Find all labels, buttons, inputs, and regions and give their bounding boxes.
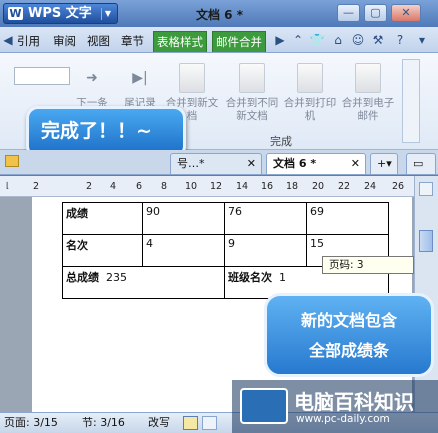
merge-docs-icon — [239, 63, 265, 93]
shirt-icon[interactable]: 👕 — [309, 32, 325, 48]
help-icon[interactable]: ? — [392, 32, 408, 48]
tab-section[interactable]: 章节 — [118, 31, 147, 52]
ribbon-scroll[interactable] — [402, 59, 420, 143]
score-table: 成绩 90 76 69 名次 4 9 15 总成绩 235 班级名次 1 — [62, 202, 389, 299]
tab-current-doc[interactable]: 文档 6 * ✕ — [266, 153, 366, 174]
annotation-callout: 新的文档包含 全部成绩条 — [264, 293, 434, 377]
home-icon[interactable]: ⌂ — [330, 32, 346, 48]
close-icon: ✕ — [246, 157, 256, 170]
monitor-logo-icon — [240, 388, 288, 424]
watermark: 电脑百科知识 www.pc-daily.com — [232, 380, 438, 433]
view-outline-icon[interactable] — [202, 416, 217, 430]
new-tab-button[interactable]: +▾ — [370, 153, 398, 174]
chevron-down-icon: ▼ — [101, 8, 114, 20]
title-bar: W WPS 文字 ▼ 文档 6 * — ▢ ✕ — [0, 0, 438, 27]
wps-logo-icon: W — [8, 7, 23, 20]
email-icon — [355, 63, 381, 93]
tab-table-style[interactable]: 表格样式 — [153, 31, 207, 52]
tab-reference[interactable]: 引用 — [14, 31, 43, 52]
document-title: 文档 6 * — [196, 8, 243, 22]
tab-prev-doc[interactable]: 号…* ✕ — [170, 153, 262, 174]
scroll-right-icon[interactable]: ▶ — [272, 32, 288, 48]
people-icon[interactable]: ☺ — [350, 32, 366, 48]
tab-mail-merge[interactable]: 邮件合并 — [212, 31, 266, 52]
last-record-button[interactable]: ▶| 尾记录 — [110, 63, 170, 110]
ribbon-group-label: 完成 — [270, 135, 292, 148]
tool-icon[interactable]: ⚒ — [370, 32, 386, 48]
maximize-button[interactable]: ▢ — [364, 4, 387, 22]
page-tooltip: 页码: 3 — [322, 256, 414, 274]
scroll-up-icon — [419, 182, 433, 196]
tab-list-icon[interactable]: ▭ — [406, 153, 436, 174]
close-icon: ✕ — [350, 157, 360, 170]
wps-menu-button[interactable]: W WPS 文字 ▼ — [3, 3, 118, 24]
tab-review[interactable]: 审阅 — [50, 31, 79, 52]
close-button[interactable]: ✕ — [391, 4, 421, 22]
printer-icon — [297, 63, 323, 93]
folder-icon[interactable] — [5, 155, 19, 167]
tab-view[interactable]: 视图 — [84, 31, 113, 52]
chevron-down-icon[interactable]: ▾ — [414, 32, 430, 48]
view-page-icon[interactable] — [183, 416, 198, 430]
app-window: W WPS 文字 ▼ 文档 6 * — ▢ ✕ ◀ 引用 审阅 视图 章节 表格… — [0, 0, 438, 433]
merge-separate-docs-button[interactable]: 合并到不同新文档 — [222, 63, 282, 123]
page-indicator[interactable]: 页面: 3/15 — [4, 413, 58, 432]
app-name: WPS 文字 — [28, 6, 92, 21]
section-indicator[interactable]: 节: 3/16 — [82, 413, 125, 432]
merge-printer-button[interactable]: 合并到打印机 — [280, 63, 340, 123]
merge-email-button[interactable]: 合并到电子邮件 — [338, 63, 398, 123]
scroll-thumb — [419, 230, 433, 252]
table-row: 成绩 90 76 69 — [62, 202, 389, 235]
track-indicator[interactable]: 改写 — [148, 413, 170, 432]
merge-doc-icon — [179, 63, 205, 93]
document-tabs: 号…* ✕ 文档 6 * ✕ +▾ ▭ — [0, 150, 438, 175]
expand-icon[interactable]: ⌃ — [290, 32, 306, 48]
ribbon-tabs: ◀ 引用 审阅 视图 章节 表格样式 邮件合并 ▶ ⌃ 👕 ⌂ ☺ ⚒ ? ▾ — [0, 27, 438, 53]
tab-stop-icon: ⌊ — [6, 181, 10, 190]
minimize-button[interactable]: — — [337, 4, 360, 22]
ruler: ⌊ 2 2 4 6 8 10 12 14 16 18 20 22 24 26 — [0, 176, 414, 197]
